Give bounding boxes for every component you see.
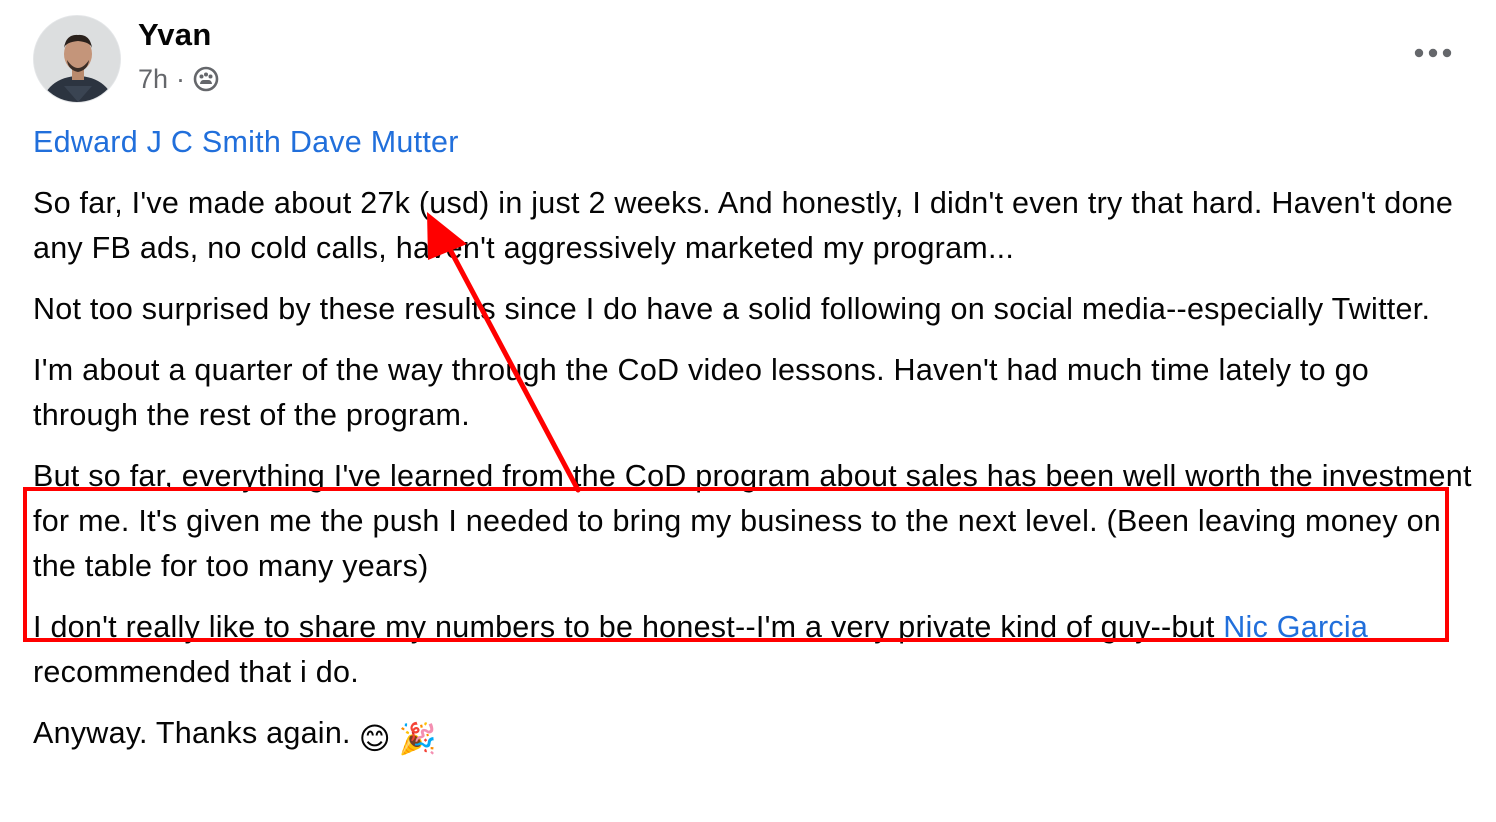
post-paragraph-4: But so far, everything I've learned from… <box>33 459 1472 583</box>
mentions-line: Edward J C Smith Dave Mutter <box>33 120 1478 165</box>
group-icon[interactable] <box>192 65 220 93</box>
avatar[interactable] <box>33 15 121 103</box>
post-timestamp[interactable]: 7h <box>138 64 168 95</box>
avatar-photo <box>34 16 120 102</box>
smiling-face-emoji: 😊 <box>358 722 391 756</box>
meta-separator: · <box>176 63 186 94</box>
post-paragraph-3: I'm about a quarter of the way through t… <box>33 353 1370 432</box>
mention-edward-j-c-smith[interactable]: Edward J C Smith <box>33 125 281 159</box>
post-paragraph-2: Not too surprised by these results since… <box>33 292 1431 326</box>
post-paragraph-6: Anyway. Thanks again. 😊 🎉 <box>33 711 1478 762</box>
more-horizontal-icon <box>1414 48 1452 58</box>
paragraph-5-text-start: I don't really like to share my numbers … <box>33 610 1224 644</box>
mention-dave-mutter[interactable]: Dave Mutter <box>290 125 459 159</box>
post-meta: 7h · <box>138 62 220 96</box>
paragraph-6-text: Anyway. Thanks again. <box>33 716 351 750</box>
post-paragraph-1: So far, I've made about 27k (usd) in jus… <box>33 186 1454 265</box>
mention-nic-garcia[interactable]: Nic Garcia <box>1223 610 1368 644</box>
paragraph-5-text-end: recommended that i do. <box>33 655 359 689</box>
author-name[interactable]: Yvan <box>138 16 212 54</box>
post-paragraph-5: I don't really like to share my numbers … <box>33 605 1478 695</box>
post-body: Edward J C Smith Dave Mutter So far, I'v… <box>33 120 1478 762</box>
party-popper-emoji: 🎉 <box>398 722 438 756</box>
more-options-button[interactable] <box>1406 38 1460 68</box>
